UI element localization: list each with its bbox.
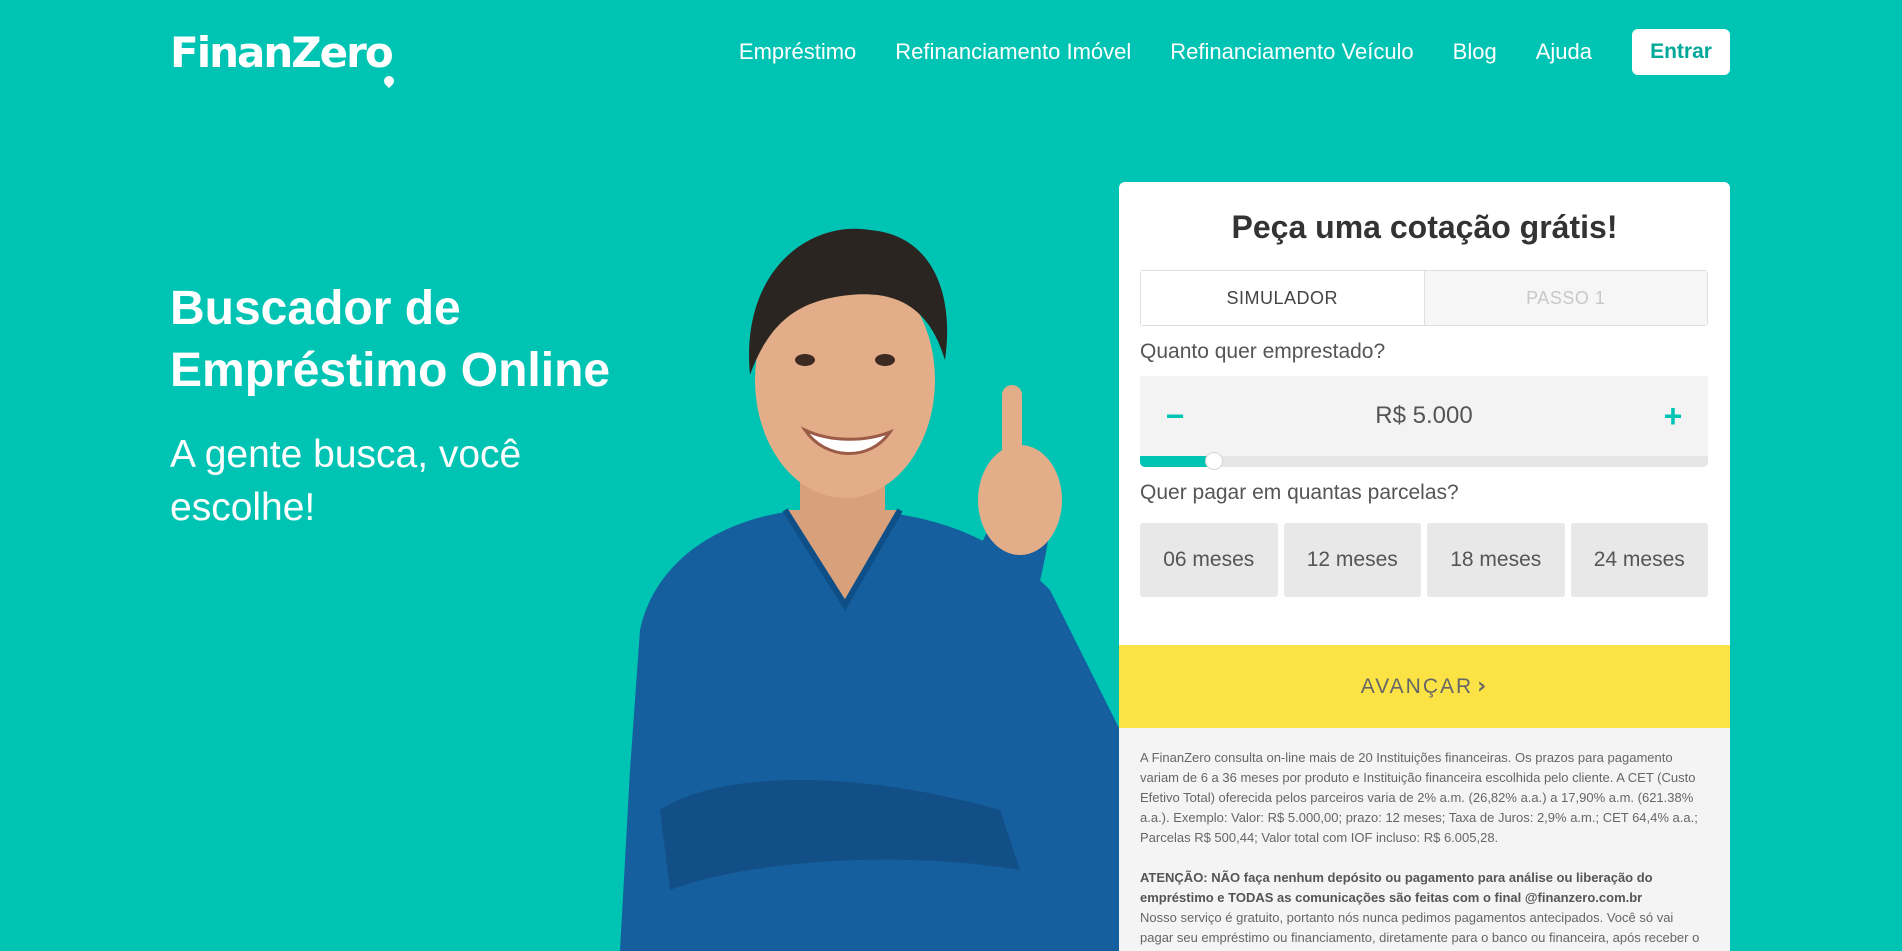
nav-link-refinanciamento-imovel[interactable]: Refinanciamento Imóvel	[895, 39, 1131, 65]
amount-question-label: Quanto quer emprestado?	[1140, 340, 1386, 363]
spokesperson-image	[620, 228, 1120, 951]
amount-slider-handle[interactable]	[1204, 452, 1223, 470]
quote-form-card: Peça uma cotação grátis! SIMULADOR PASSO…	[1119, 182, 1730, 951]
installment-option-06[interactable]: 06 meses	[1140, 523, 1278, 597]
form-tabs: SIMULADOR PASSO 1	[1140, 270, 1708, 326]
disclaimer: A FinanZero consulta on-line mais de 20 …	[1119, 728, 1730, 951]
amount-stepper: − R$ 5.000 +	[1140, 376, 1708, 456]
hero-subtitle: A gente busca, você escolhe!	[170, 433, 522, 529]
finanzero-logo[interactable]: FinanZero	[170, 28, 396, 89]
nav-link-ajuda[interactable]: Ajuda	[1536, 39, 1592, 65]
nav-link-refinanciamento-veiculo[interactable]: Refinanciamento Veículo	[1170, 39, 1413, 65]
login-button[interactable]: Entrar	[1632, 29, 1730, 75]
quote-form-title: Peça uma cotação grátis!	[1231, 209, 1618, 245]
tab-passo-1[interactable]: PASSO 1	[1423, 271, 1707, 325]
decrease-amount-button[interactable]: −	[1140, 376, 1210, 456]
nav-link-emprestimo[interactable]: Empréstimo	[739, 39, 856, 65]
logo-text: FinanZero	[170, 28, 394, 77]
installment-option-12[interactable]: 12 meses	[1283, 523, 1421, 597]
disclaimer-text: A FinanZero consulta on-line mais de 20 …	[1140, 750, 1698, 845]
amount-value: R$ 5.000	[1375, 402, 1473, 429]
installment-option-24[interactable]: 24 meses	[1570, 523, 1708, 597]
installments-question-label: Quer pagar em quantas parcelas?	[1140, 481, 1459, 504]
advance-button-label: AVANÇAR	[1360, 674, 1474, 698]
chevron-right-icon: ›	[1477, 674, 1489, 699]
amount-slider[interactable]	[1140, 452, 1708, 470]
tab-simulador[interactable]: SIMULADOR	[1141, 271, 1424, 325]
installment-options: 06 meses 12 meses 18 meses 24 meses	[1140, 523, 1708, 597]
disclaimer-note: Nosso serviço é gratuito, portanto nós n…	[1140, 910, 1700, 945]
main-nav: Empréstimo Refinanciamento Imóvel Refina…	[739, 29, 1730, 75]
amount-slider-fill	[1140, 456, 1214, 467]
installment-option-18[interactable]: 18 meses	[1427, 523, 1565, 597]
disclaimer-warning: ATENÇÃO: NÃO faça nenhum depósito ou pag…	[1140, 870, 1653, 905]
nav-link-blog[interactable]: Blog	[1453, 39, 1497, 65]
increase-amount-button[interactable]: +	[1638, 376, 1708, 456]
advance-button[interactable]: AVANÇAR ›	[1119, 645, 1730, 728]
